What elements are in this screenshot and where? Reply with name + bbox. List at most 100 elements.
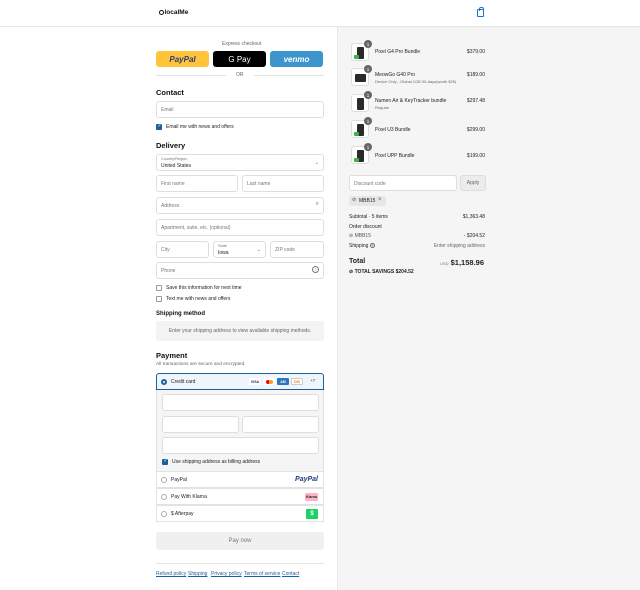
klarna-option[interactable]: Pay With Klarna Klarna [156, 488, 324, 505]
applied-discount-tag: ⊘ MBB15 × [349, 196, 386, 206]
billing-same-label: Use shipping address as billing address [172, 459, 261, 465]
card-expiry-field[interactable] [162, 416, 239, 433]
help-circle-icon[interactable]: ? [369, 243, 375, 248]
quantity-badge: 1 [364, 91, 372, 99]
afterpay-logo-icon: $ [306, 509, 318, 519]
chevron-down-icon: ⌄ [314, 160, 319, 166]
discount-code-value: MBB15 [354, 233, 371, 239]
card-name-field[interactable] [162, 437, 319, 454]
divider-right [254, 75, 324, 76]
email-opt-in-checkbox[interactable] [156, 123, 162, 130]
card-cvc-field[interactable] [242, 416, 319, 433]
amex-icon: AM [277, 378, 289, 385]
total-label: Total [349, 258, 366, 265]
city-field[interactable]: City [156, 241, 209, 258]
product-price: $379.00 [466, 49, 485, 55]
last-name-field[interactable]: Last name [242, 175, 324, 192]
state-select[interactable]: State Iowa ⌄ [213, 241, 266, 258]
help-circle-icon[interactable]: ? [312, 266, 319, 273]
save-info-label: Save this information for next time [166, 285, 242, 291]
address-placeholder: Address [161, 203, 180, 209]
afterpay-option[interactable]: $ Afterpay $ [156, 505, 324, 522]
remove-discount-icon[interactable]: × [378, 197, 382, 203]
total-savings-value: $204.52 [395, 269, 414, 275]
phone-field[interactable]: Phone ? [156, 262, 324, 279]
product-price: $299.00 [466, 127, 485, 133]
paypal-radio[interactable] [161, 477, 167, 483]
logo-mark-icon [159, 9, 164, 15]
mastercard-icon [263, 378, 275, 385]
pay-now-button[interactable]: Pay now [156, 532, 324, 550]
afterpay-option-label: $ Afterpay [171, 511, 194, 517]
product-thumbnail: 1 [351, 91, 372, 112]
terms-of-service-link[interactable]: Terms of service [244, 571, 280, 577]
state-label: State [218, 244, 227, 248]
paypal-express-button[interactable]: PayPal [156, 51, 209, 67]
paypal-option-label: PayPal [171, 477, 187, 483]
save-info-checkbox[interactable] [156, 285, 162, 291]
afterpay-radio[interactable] [161, 511, 167, 517]
email-field[interactable]: Email [156, 101, 324, 118]
discount-code-placeholder: Discount code [354, 181, 386, 187]
total-value: $1,158.96 [450, 258, 484, 267]
text-opt-in-checkbox[interactable] [156, 296, 162, 302]
city-placeholder: City [161, 247, 170, 253]
delivery-heading: Delivery [156, 141, 186, 150]
shipping-value: Enter shipping address [433, 243, 485, 249]
contact-link[interactable]: Contact [282, 571, 299, 577]
first-name-field[interactable]: First name [156, 175, 238, 192]
chevron-down-icon: ⌄ [256, 247, 261, 253]
zip-placeholder: ZIP code [275, 247, 295, 253]
klarna-logo-icon: Klarna [305, 493, 318, 501]
or-divider-label: OR [236, 72, 244, 78]
refund-policy-link[interactable]: Refund policy [156, 571, 186, 577]
product-price: $189.00 [466, 72, 485, 78]
apply-discount-button[interactable]: Apply [460, 175, 486, 191]
shopping-bag-icon[interactable] [477, 7, 484, 17]
privacy-policy-link[interactable]: Privacy policy [211, 571, 242, 577]
product-thumbnail: 1 [351, 143, 372, 164]
currency-label: USD [440, 261, 449, 266]
product-thumbnail: 1 [351, 40, 372, 61]
quantity-badge: 1 [364, 40, 372, 48]
product-image-icon [354, 150, 364, 162]
brand-logo[interactable]: localMe [159, 9, 188, 16]
search-icon: ⌕ [315, 201, 319, 207]
product-name: Pixel U3 Bundle [375, 127, 411, 133]
footer-divider [156, 563, 324, 564]
card-number-field[interactable] [162, 394, 319, 411]
credit-card-radio[interactable] [161, 379, 167, 385]
product-thumbnail: 1 [351, 117, 372, 138]
address-field[interactable]: Address ⌕ [156, 197, 324, 214]
quantity-badge: 1 [364, 65, 372, 73]
product-price: $297.48 [466, 98, 485, 104]
venmo-express-button[interactable]: venmo [270, 51, 323, 67]
brand-name: localMe [164, 9, 189, 16]
first-name-placeholder: First name [161, 181, 185, 187]
country-select[interactable]: Country/Region United States ⌄ [156, 154, 324, 171]
phone-placeholder: Phone [161, 268, 176, 274]
product-image-icon [355, 74, 366, 82]
divider-left [156, 75, 226, 76]
product-name: Pixel UPP Bundle [375, 153, 415, 159]
product-variant: Regular [375, 105, 390, 110]
gpay-label: G Pay [228, 54, 251, 64]
product-name: MeowGo G40 Pro [375, 72, 416, 78]
total-line: USD $1,158.96 [440, 258, 484, 267]
product-name: Pixel G4 Pro Bundle [375, 49, 421, 55]
product-image-icon [354, 124, 364, 136]
shipping-method-notice: Enter your shipping address to view avai… [156, 321, 324, 341]
klarna-radio[interactable] [161, 494, 167, 500]
more-cards-label: +7 [310, 378, 316, 383]
shipping-link[interactable]: Shipping [188, 571, 207, 577]
zip-field[interactable]: ZIP code [270, 241, 324, 258]
paypal-option[interactable]: PayPal PayPal [156, 471, 324, 488]
apartment-field[interactable]: Apartment, suite, etc. (optional) [156, 219, 324, 236]
product-thumbnail: 1 [351, 65, 372, 86]
discount-code-field[interactable]: Discount code [349, 175, 457, 191]
contact-heading: Contact [156, 88, 184, 97]
product-price: $199.00 [466, 153, 485, 159]
billing-same-checkbox[interactable] [162, 458, 168, 465]
gpay-express-button[interactable]: G Pay [213, 51, 266, 67]
shipping-line: Shipping ? [349, 243, 375, 249]
